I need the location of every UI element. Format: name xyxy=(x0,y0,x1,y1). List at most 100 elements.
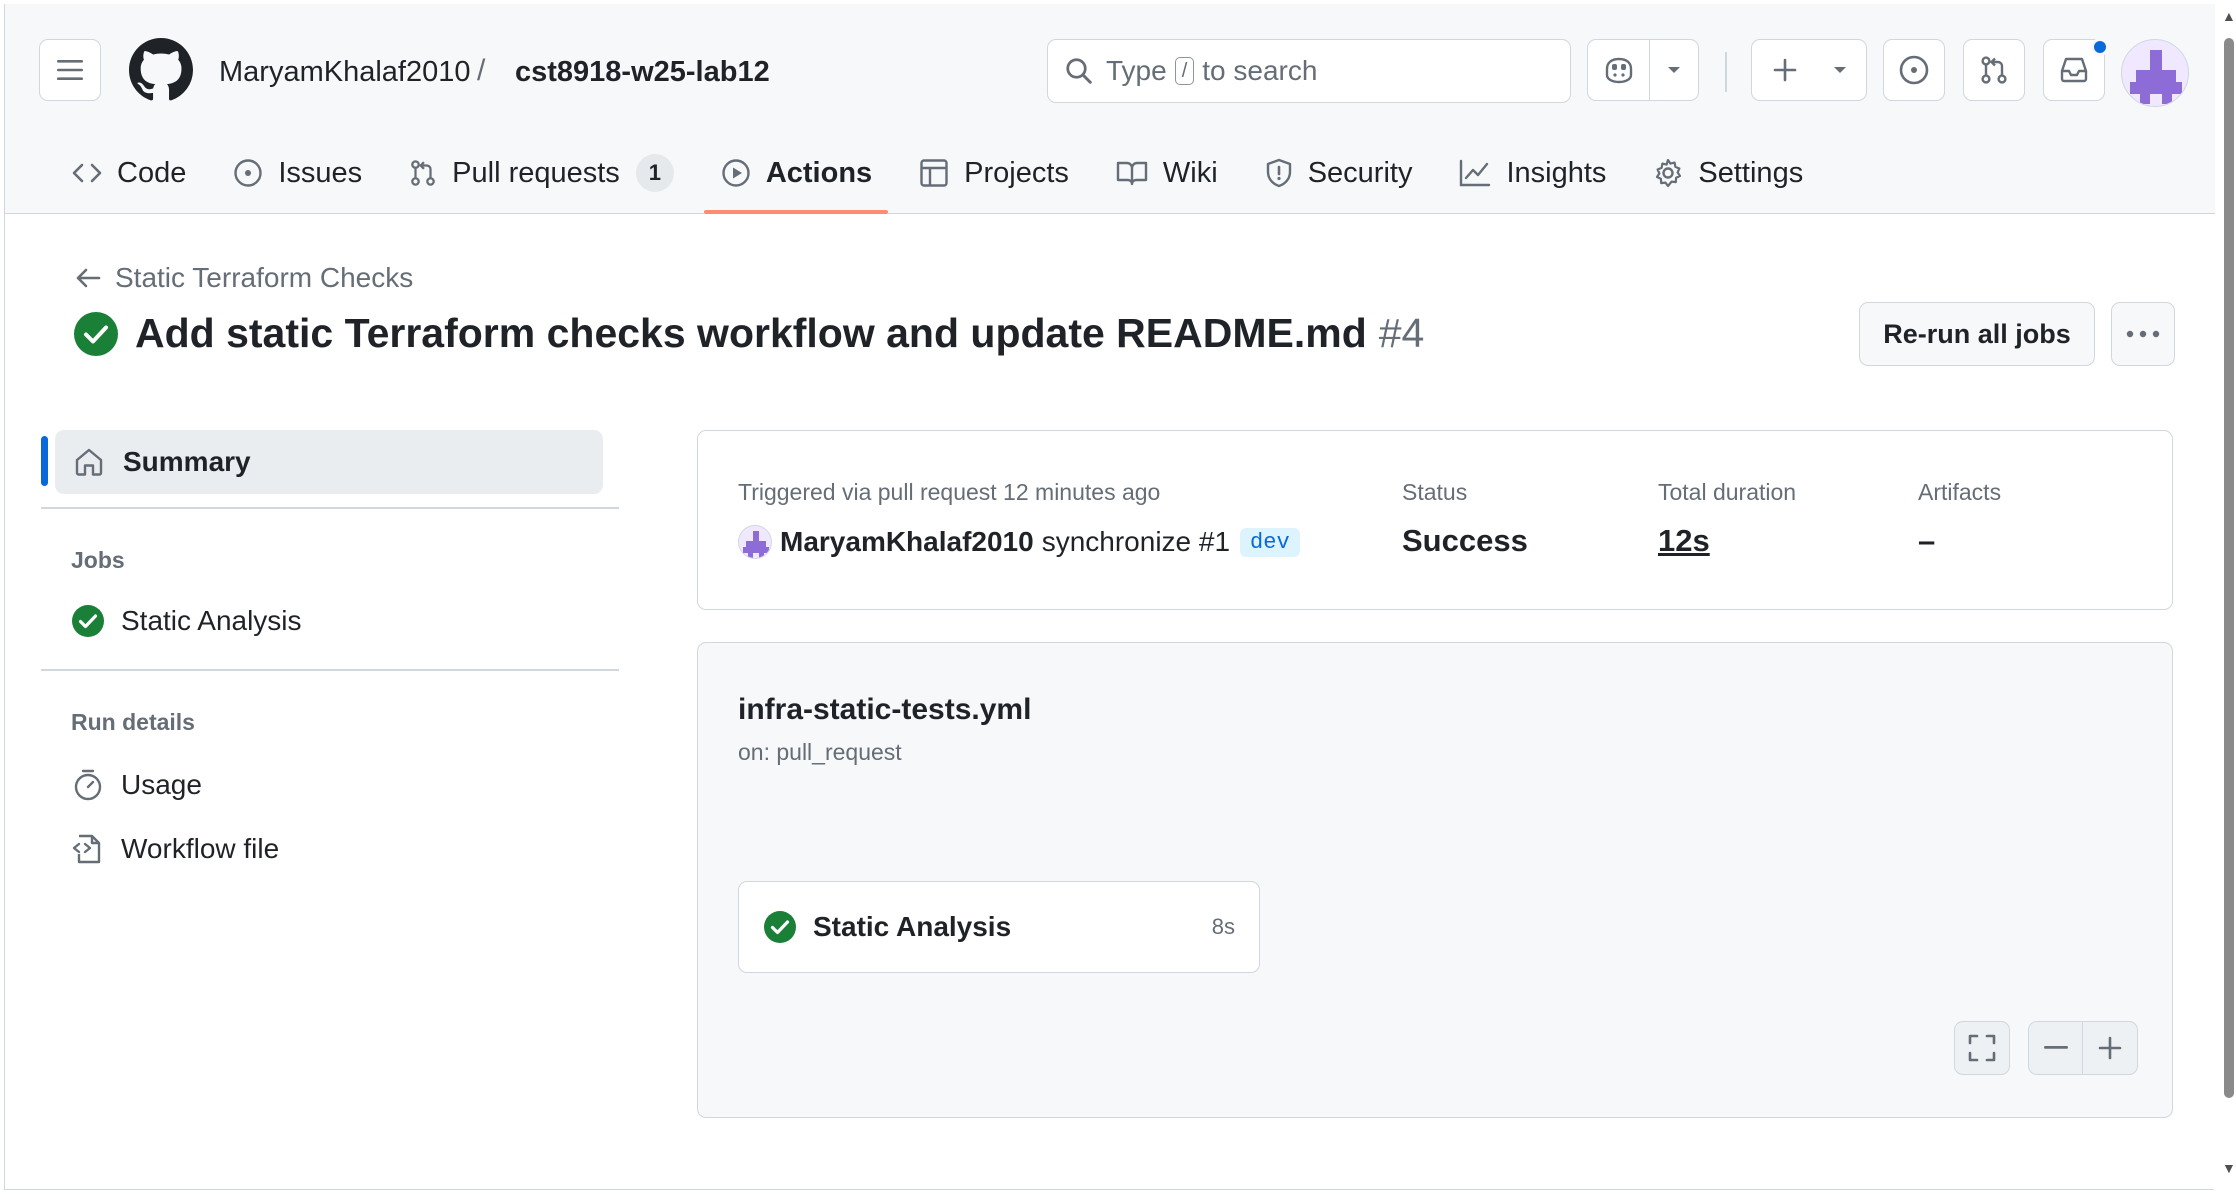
stopwatch-icon xyxy=(74,769,102,801)
sidebar-item-static-analysis[interactable]: Static Analysis xyxy=(71,604,302,638)
page-title: Add static Terraform checks workflow and… xyxy=(73,310,1424,357)
breadcrumb-owner[interactable]: MaryamKhalaf2010 xyxy=(219,56,470,89)
create-new-button[interactable] xyxy=(1751,39,1867,101)
menu-button[interactable] xyxy=(39,39,101,101)
tab-pull-requests-label: Pull requests xyxy=(452,156,620,189)
artifacts-value: – xyxy=(1918,523,1936,558)
zoom-in-button[interactable] xyxy=(2083,1022,2137,1074)
triangle-down-icon xyxy=(1668,67,1680,73)
triangle-down-icon xyxy=(1834,67,1846,73)
zoom-out-button[interactable] xyxy=(2029,1022,2083,1074)
copilot-button-group xyxy=(1587,39,1699,101)
job-node-name: Static Analysis xyxy=(813,911,1012,942)
tab-code-label: Code xyxy=(117,156,187,189)
search-placeholder-prefix: Type xyxy=(1106,55,1167,86)
check-circle-fill-icon xyxy=(74,311,118,356)
gear-icon xyxy=(1656,158,1682,188)
sidebar-divider xyxy=(41,669,619,671)
table-icon xyxy=(920,159,948,187)
scroll-down-arrow-icon[interactable]: ▼ xyxy=(2222,1160,2236,1176)
graph-icon xyxy=(1460,159,1491,187)
tab-pull-requests[interactable]: Pull requests 1 xyxy=(392,142,690,204)
fullscreen-button[interactable] xyxy=(1954,1021,2010,1075)
sidebar-summary-label: Summary xyxy=(123,446,251,477)
sidebar-item-workflow-file[interactable]: Workflow file xyxy=(71,832,279,866)
actor-avatar[interactable] xyxy=(738,525,772,559)
copilot-icon xyxy=(1605,57,1632,84)
event-text[interactable]: synchronize #1 xyxy=(1042,526,1230,558)
tab-actions[interactable]: Actions xyxy=(703,142,889,214)
dash-icon xyxy=(2043,1046,2068,1049)
issue-opened-icon xyxy=(234,159,263,187)
zoom-controls xyxy=(2028,1021,2138,1075)
github-logo-icon[interactable] xyxy=(129,38,193,107)
user-avatar[interactable] xyxy=(2121,39,2189,107)
tab-wiki-label: Wiki xyxy=(1162,156,1218,189)
repo-nav-tabs: Code Issues Pull requests 1 Actions Proj… xyxy=(55,142,1833,214)
arrow-left-icon xyxy=(76,268,101,288)
home-icon xyxy=(75,448,103,476)
run-title-text: Add static Terraform checks workflow and… xyxy=(135,310,1367,356)
tab-projects[interactable]: Projects xyxy=(902,142,1085,204)
sidebar-usage-label: Usage xyxy=(121,769,202,800)
book-icon xyxy=(1116,161,1148,186)
play-icon xyxy=(722,159,750,187)
tab-settings[interactable]: Settings xyxy=(1636,142,1819,204)
kebab-horizontal-icon xyxy=(2126,330,2160,338)
git-pull-request-icon xyxy=(411,160,435,186)
duration-value[interactable]: 12s xyxy=(1658,523,1710,559)
tab-insights[interactable]: Insights xyxy=(1442,142,1622,204)
triggered-text: Triggered via pull request 12 minutes ag… xyxy=(738,479,1161,505)
breadcrumb-repo[interactable]: cst8918-w25-lab12 xyxy=(515,56,770,89)
tab-wiki[interactable]: Wiki xyxy=(1099,142,1234,204)
actor-link[interactable]: MaryamKhalaf2010 xyxy=(780,526,1034,558)
search-placeholder-suffix: to search xyxy=(1202,55,1318,86)
tab-actions-label: Actions xyxy=(765,156,873,189)
search-input[interactable]: Type / to search xyxy=(1047,39,1571,103)
issues-button[interactable] xyxy=(1883,39,1945,101)
inbox-icon xyxy=(2060,57,2088,83)
sidebar-job-label: Static Analysis xyxy=(121,605,302,636)
search-icon xyxy=(1066,58,1092,84)
breadcrumb-separator: / xyxy=(477,54,486,87)
sidebar-item-usage[interactable]: Usage xyxy=(71,768,202,802)
tab-settings-label: Settings xyxy=(1698,156,1804,189)
rerun-all-jobs-button[interactable]: Re-run all jobs xyxy=(1859,302,2095,366)
job-node-static-analysis[interactable]: Static Analysis 8s xyxy=(738,881,1260,973)
issue-opened-icon xyxy=(1899,55,1929,85)
scroll-up-arrow-icon[interactable]: ▲ xyxy=(2222,8,2236,24)
copilot-dropdown-button[interactable] xyxy=(1650,40,1698,100)
check-circle-fill-icon xyxy=(72,605,104,637)
sidebar-run-details-heading: Run details xyxy=(71,709,195,735)
tab-insights-label: Insights xyxy=(1506,156,1607,189)
file-code-icon xyxy=(72,834,101,864)
pull-requests-button[interactable] xyxy=(1963,39,2025,101)
workflow-file-name: infra-static-tests.yml xyxy=(738,693,1032,726)
sidebar-divider xyxy=(41,507,619,509)
search-shortcut-key: / xyxy=(1174,57,1195,85)
plus-icon xyxy=(2098,1036,2122,1060)
job-node-duration: 8s xyxy=(1211,914,1235,939)
status-label: Status xyxy=(1402,479,1468,505)
more-options-button[interactable] xyxy=(2111,302,2175,366)
workflow-graph-card: infra-static-tests.yml on: pull_request … xyxy=(697,642,2173,1118)
workflow-trigger: on: pull_request xyxy=(738,739,902,765)
run-number: #4 xyxy=(1378,310,1425,356)
check-circle-fill-icon xyxy=(764,911,796,943)
branch-badge[interactable]: dev xyxy=(1240,527,1300,557)
git-pull-request-icon xyxy=(1981,56,2007,84)
tab-issues[interactable]: Issues xyxy=(216,142,378,204)
scrollbar-thumb[interactable] xyxy=(2224,38,2234,1098)
tab-code[interactable]: Code xyxy=(55,142,202,204)
sidebar-workflow-file-label: Workflow file xyxy=(121,833,280,864)
back-link-label: Static Terraform Checks xyxy=(115,262,414,293)
tab-security[interactable]: Security xyxy=(1248,142,1429,204)
sidebar-item-summary[interactable]: Summary xyxy=(55,430,603,494)
tab-projects-label: Projects xyxy=(964,156,1069,189)
tab-issues-label: Issues xyxy=(278,156,363,189)
copilot-button[interactable] xyxy=(1588,40,1650,100)
browser-page: MaryamKhalaf2010 / cst8918-w25-lab12 Typ… xyxy=(4,4,2215,1190)
back-to-workflow-link[interactable]: Static Terraform Checks xyxy=(75,262,413,294)
active-item-indicator xyxy=(41,436,48,486)
plus-icon xyxy=(1773,58,1797,82)
